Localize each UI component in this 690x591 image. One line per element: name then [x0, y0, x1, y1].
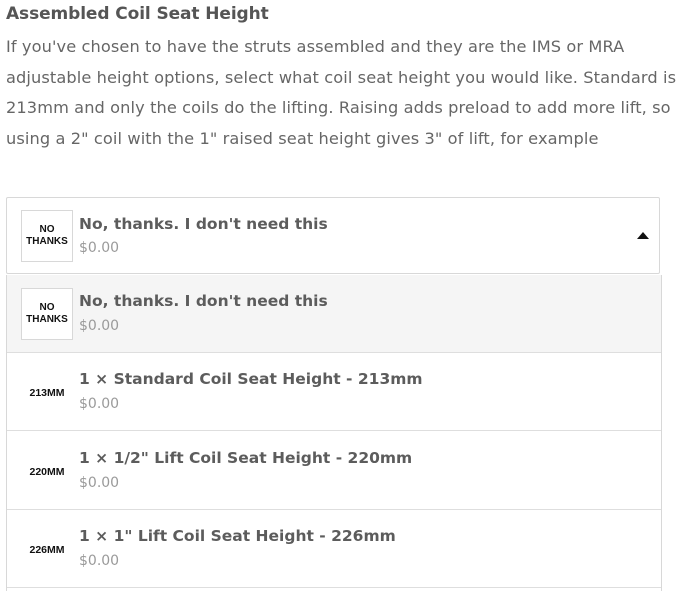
option-price: $0.00 [79, 475, 120, 491]
caret-up-icon[interactable] [637, 232, 649, 239]
option-price: $0.00 [79, 553, 120, 569]
option-name: 1 × 1" Lift Coil Seat Height - 226mm [79, 527, 396, 545]
thumbnail-text: 220mm [29, 466, 65, 478]
thumbnail-text: NO [39, 302, 55, 313]
selected-thumbnail: NO THANKS [21, 210, 73, 262]
option-lift-226mm[interactable]: 226mm 1 × 1" Lift Coil Seat Height - 226… [7, 510, 661, 588]
option-name: 1 × 1/2" Lift Coil Seat Height - 220mm [79, 449, 413, 467]
option-no-thanks[interactable]: NO THANKS No, thanks. I don't need this … [7, 275, 661, 353]
option-thumbnail: NO THANKS [21, 288, 73, 340]
option-name: 1 × Standard Coil Seat Height - 213mm [79, 370, 423, 388]
thumbnail-text: NO [39, 224, 55, 235]
option-standard-213mm[interactable]: 213mm 1 × Standard Coil Seat Height - 21… [7, 353, 661, 431]
coil-seat-height-select[interactable]: NO THANKS No, thanks. I don't need this … [6, 197, 660, 274]
option-price: $0.00 [79, 318, 120, 334]
field-description: If you've chosen to have the struts asse… [6, 37, 677, 148]
option-price: $0.00 [79, 396, 120, 412]
field-heading: Assembled Coil Seat Height [6, 4, 269, 24]
option-thumbnail: 226mm [21, 524, 73, 576]
options-dropdown: NO THANKS No, thanks. I don't need this … [6, 275, 662, 591]
selected-option-price: $0.00 [79, 240, 120, 256]
option-thumbnail: 220mm [21, 446, 73, 498]
thumbnail-text: 213mm [29, 387, 65, 399]
option-name: No, thanks. I don't need this [79, 292, 328, 310]
thumbnail-text: 226mm [29, 544, 65, 556]
option-thumbnail: 213mm [21, 367, 73, 419]
option-lift-220mm[interactable]: 220mm 1 × 1/2" Lift Coil Seat Height - 2… [7, 432, 661, 510]
thumbnail-text: THANKS [26, 314, 68, 325]
thumbnail-text: THANKS [26, 236, 68, 247]
selected-option-name: No, thanks. I don't need this [79, 215, 328, 233]
